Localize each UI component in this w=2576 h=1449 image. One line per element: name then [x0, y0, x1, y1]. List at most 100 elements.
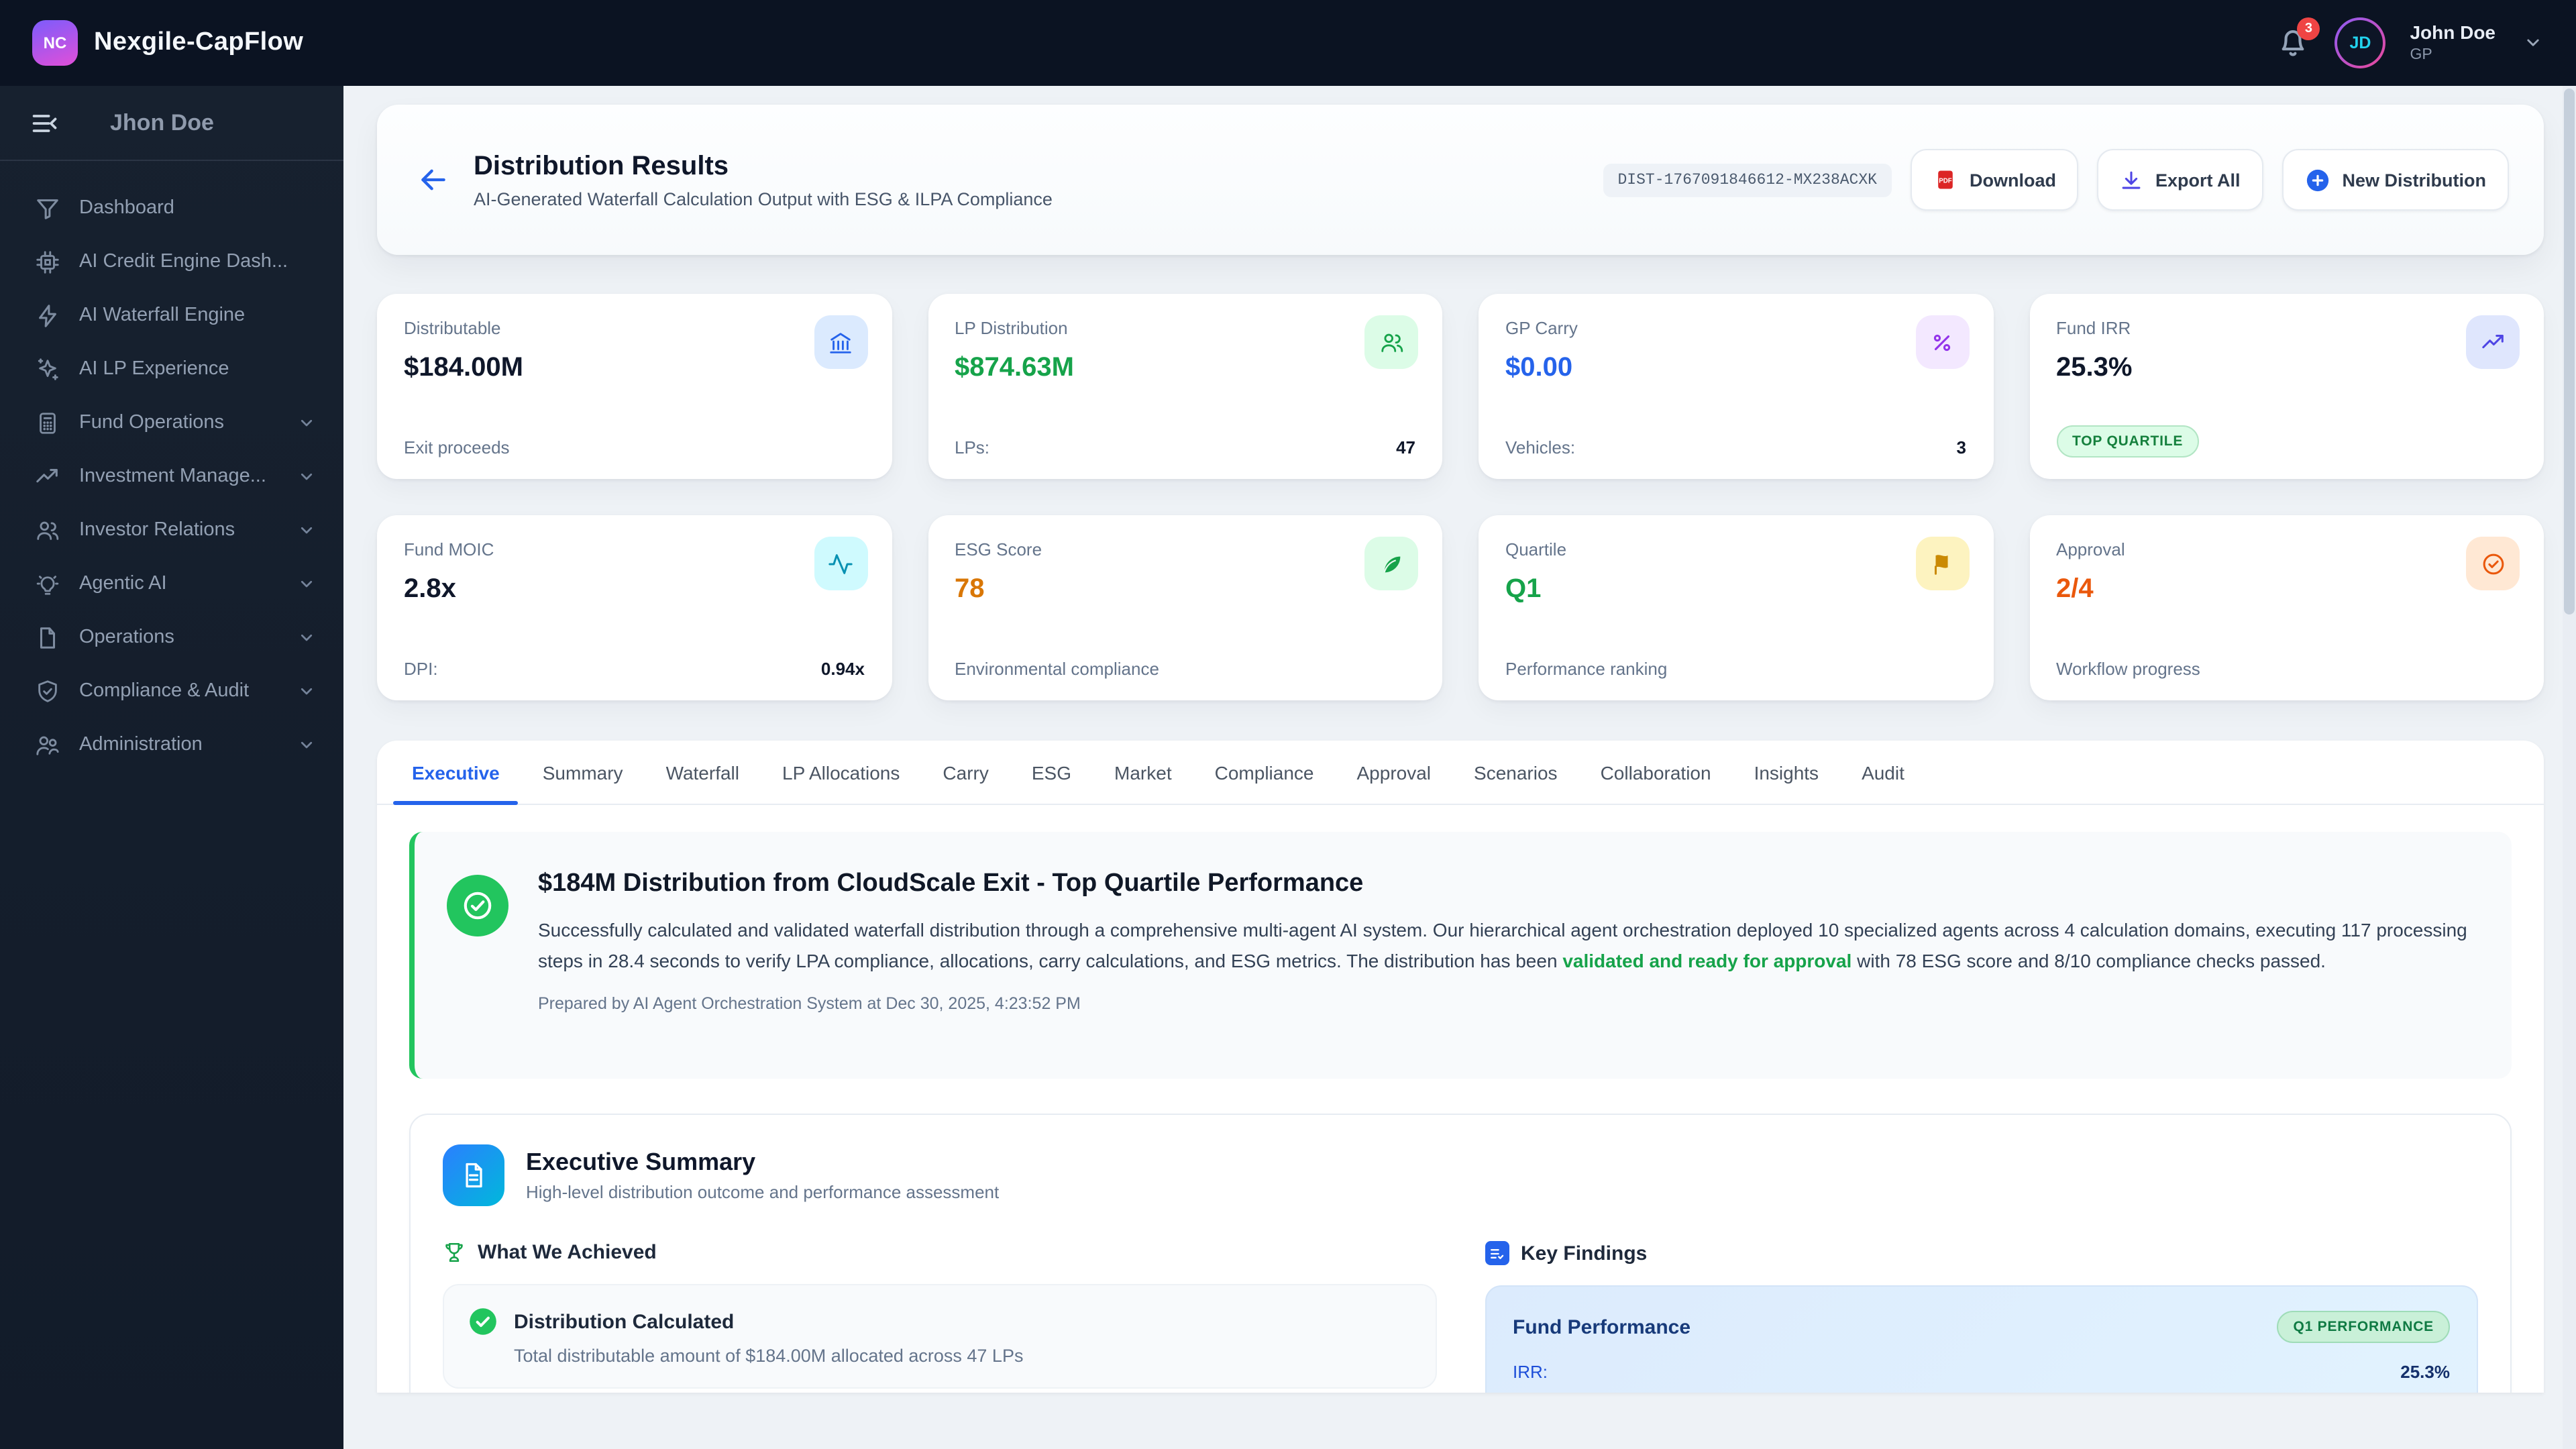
stat-card-approval: Approval 2/4 Workflow progress [2029, 515, 2544, 700]
scrollbar-thumb[interactable] [2564, 89, 2575, 614]
download-label: Download [1969, 170, 2056, 190]
users-icon [1364, 315, 1418, 369]
chevron-down-icon [301, 419, 313, 426]
stat-footer-label: LPs: [955, 437, 990, 458]
stat-footer: Environmental compliance [955, 659, 1415, 679]
landmark-icon [814, 315, 867, 369]
tab-collaboration[interactable]: Collaboration [1579, 741, 1733, 804]
fund-performance-header: Fund Performance Q1 PERFORMANCE [1513, 1311, 2450, 1343]
chevron-down-icon [301, 580, 313, 587]
stat-value: $0.00 [1505, 353, 1573, 382]
executive-summary-columns: What We Achieved Distribution Calculated… [443, 1241, 2478, 1393]
sidebar-item-ai-waterfall-engine[interactable]: AI Waterfall Engine [0, 288, 343, 342]
new-distribution-button[interactable]: New Distribution [2282, 149, 2509, 211]
stat-card-fund-irr: Fund IRR 25.3% TOP QUARTILE [2029, 294, 2544, 479]
app-root: NC Nexgile-CapFlow 3 JD John Doe GP Jhon… [0, 0, 2576, 1449]
user-name: John Doe [2410, 21, 2496, 44]
back-arrow-icon[interactable] [417, 164, 449, 196]
stat-value: 2/4 [2056, 574, 2094, 604]
stat-label: LP Distribution [955, 318, 1068, 338]
stat-label: GP Carry [1505, 318, 1578, 338]
sidebar-item-agentic-ai[interactable]: Agentic AI [0, 557, 343, 610]
sidebar: Jhon Doe Dashboard AI Credit Engine Dash… [0, 86, 343, 1449]
sidebar-item-fund-operations[interactable]: Fund Operations [0, 396, 343, 449]
trending-up-icon [36, 468, 58, 482]
tab-executive[interactable]: Executive [390, 741, 521, 805]
tab-audit[interactable]: Audit [1840, 741, 1926, 804]
user-meta: John Doe GP [2410, 21, 2496, 64]
page-title: Distribution Results [474, 151, 729, 180]
panel-body: $184M Distribution from CloudScale Exit … [377, 805, 2544, 1393]
trophy-icon [445, 1242, 463, 1263]
sidebar-username: Jhon Doe [110, 109, 214, 135]
sidebar-item-compliance-audit[interactable]: Compliance & Audit [0, 664, 343, 718]
achievement-item: Distribution Calculated Total distributa… [443, 1284, 1436, 1389]
sidebar-item-administration[interactable]: Administration [0, 718, 343, 771]
stat-label: Fund MOIC [404, 539, 494, 559]
sidebar-item-ai-lp-experience[interactable]: AI LP Experience [0, 342, 343, 396]
avatar-initials: JD [2337, 20, 2383, 66]
stat-value: $184.00M [404, 353, 523, 382]
calculator-icon [40, 412, 56, 433]
fund-performance-row: IRR: 25.3% [1513, 1362, 2450, 1382]
sidebar-item-dashboard[interactable]: Dashboard [0, 181, 343, 235]
executive-summary-subtitle: High-level distribution outcome and perf… [526, 1182, 1000, 1202]
sidebar-collapse-icon[interactable] [30, 108, 59, 138]
sidebar-item-label: AI Waterfall Engine [79, 305, 246, 326]
stat-footer: DPI: 0.94x [404, 659, 865, 679]
key-findings-title: Key Findings [1521, 1242, 1648, 1265]
sidebar-item-investment-management[interactable]: Investment Manage... [0, 449, 343, 503]
download-button[interactable]: PDF Download [1910, 149, 2079, 211]
stat-value: 78 [955, 574, 985, 604]
svg-text:PDF: PDF [1939, 178, 1952, 185]
users-round-icon [36, 735, 59, 755]
tab-market[interactable]: Market [1093, 741, 1193, 804]
stat-footer-value: 0.94x [820, 659, 865, 679]
sparkles-icon [38, 358, 58, 380]
sidebar-nav: Dashboard AI Credit Engine Dash... AI Wa… [0, 161, 343, 771]
tab-compliance[interactable]: Compliance [1193, 741, 1336, 804]
stat-footer-label: DPI: [404, 659, 438, 679]
tab-approval[interactable]: Approval [1336, 741, 1453, 804]
tab-scenarios[interactable]: Scenarios [1452, 741, 1579, 804]
user-menu-chevron-icon[interactable] [2522, 32, 2544, 54]
tab-insights[interactable]: Insights [1733, 741, 1841, 804]
stat-value: 25.3% [2056, 353, 2133, 382]
tab-carry[interactable]: Carry [921, 741, 1010, 804]
results-panel: Executive Summary Waterfall LP Allocatio… [377, 741, 2544, 1393]
header-actions: DIST-1767091846612-MX238ACXK PDF Downloa… [1603, 149, 2509, 211]
funnel-icon [37, 199, 58, 219]
tab-lp-allocations[interactable]: LP Allocations [761, 741, 921, 804]
new-distribution-label: New Distribution [2342, 170, 2487, 190]
export-all-button[interactable]: Export All [2097, 149, 2263, 211]
chevron-down-icon [301, 633, 313, 641]
stat-footer-value: 47 [1396, 437, 1415, 458]
achievements-title: What We Achieved [478, 1241, 657, 1264]
lightbulb-icon [36, 575, 59, 594]
stat-value: $874.63M [955, 353, 1074, 382]
sidebar-item-label: Operations [79, 627, 174, 648]
sidebar-item-ai-credit-engine[interactable]: AI Credit Engine Dash... [0, 235, 343, 288]
fund-performance-card: Fund Performance Q1 PERFORMANCE IRR: 25.… [1485, 1285, 2478, 1393]
tab-summary[interactable]: Summary [521, 741, 645, 804]
avatar[interactable]: JD [2334, 17, 2386, 68]
notifications-button[interactable]: 3 [2275, 17, 2320, 60]
page-titles: Distribution Results AI-Generated Waterf… [474, 151, 1603, 209]
sidebar-item-label: AI LP Experience [79, 358, 229, 380]
sidebar-item-operations[interactable]: Operations [0, 610, 343, 664]
stat-card-fund-moic: Fund MOIC 2.8x DPI: 0.94x [377, 515, 892, 700]
app-title: Nexgile-CapFlow [94, 28, 304, 56]
tab-waterfall[interactable]: Waterfall [645, 741, 761, 804]
zap-icon [39, 304, 56, 327]
achievements-heading: What We Achieved [443, 1241, 1436, 1264]
file-icon [40, 627, 56, 648]
page-scrollbar[interactable] [2563, 86, 2576, 1449]
stat-value: 2.8x [404, 574, 456, 604]
stat-footer-text: Exit proceeds [404, 437, 510, 458]
topbar-right: 3 JD John Doe GP [2275, 17, 2544, 68]
sidebar-item-label: Agentic AI [79, 573, 167, 594]
sidebar-header: Jhon Doe [0, 86, 343, 161]
stat-card-lp-distribution: LP Distribution $874.63M LPs: 47 [928, 294, 1442, 479]
tab-esg[interactable]: ESG [1010, 741, 1093, 804]
sidebar-item-investor-relations[interactable]: Investor Relations [0, 503, 343, 557]
